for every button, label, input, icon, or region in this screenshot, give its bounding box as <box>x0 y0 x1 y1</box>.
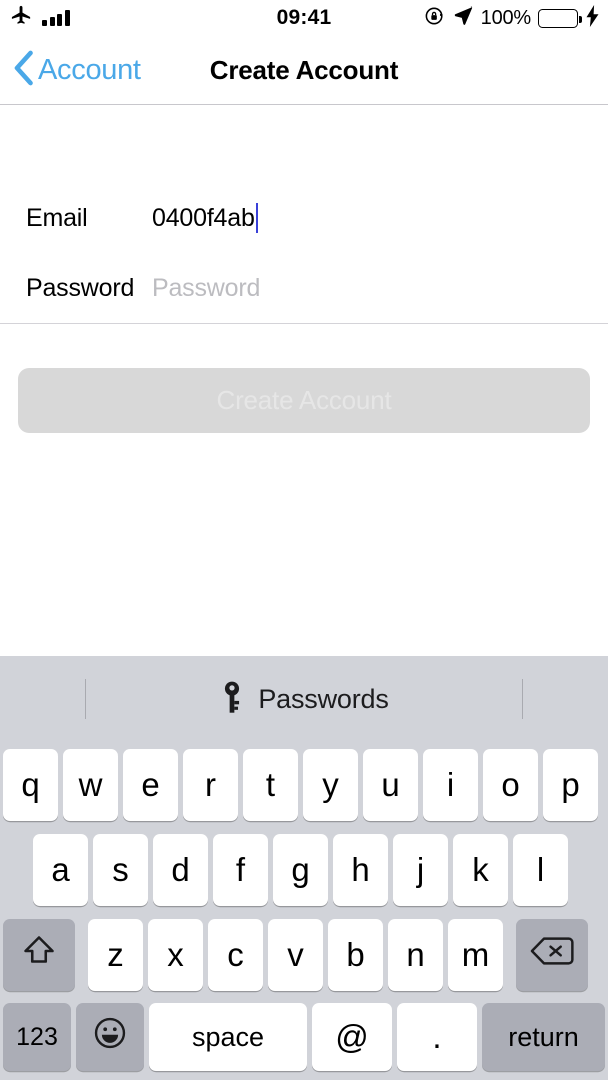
keyboard: Passwords q w e r t y u i o p a s d f g … <box>0 656 608 1080</box>
backspace-icon <box>530 935 574 975</box>
key-b[interactable]: b <box>328 918 383 991</box>
key-g[interactable]: g <box>273 833 328 906</box>
key-o[interactable]: o <box>483 748 538 821</box>
status-bar-right: 100% <box>424 0 600 36</box>
shift-arrow-icon <box>21 933 57 977</box>
form-bottom-separator <box>0 323 608 324</box>
location-arrow-icon <box>453 5 474 31</box>
form-group: Email 0400f4ab Password Password <box>0 183 608 324</box>
keyboard-row-2: a s d f g h j k l <box>0 827 608 912</box>
battery-icon <box>538 8 582 28</box>
key-l[interactable]: l <box>513 833 568 906</box>
backspace-key[interactable] <box>516 918 588 991</box>
key-z[interactable]: z <box>88 918 143 991</box>
text-caret <box>255 203 259 233</box>
email-input-value: 0400f4ab <box>152 203 255 232</box>
lightning-bolt-icon <box>585 4 600 32</box>
key-t[interactable]: t <box>243 748 298 821</box>
email-input[interactable]: 0400f4ab <box>152 203 608 233</box>
shift-key[interactable] <box>3 918 75 991</box>
key-k[interactable]: k <box>453 833 508 906</box>
page-title: Create Account <box>209 55 399 85</box>
key-s[interactable]: s <box>93 833 148 906</box>
key-x[interactable]: x <box>148 918 203 991</box>
key-r[interactable]: r <box>183 748 238 821</box>
status-bar: 09:41 100% <box>0 0 608 36</box>
password-field-row[interactable]: Password Password <box>0 253 608 323</box>
key-p[interactable]: p <box>543 748 598 821</box>
key-u[interactable]: u <box>363 748 418 821</box>
key-c[interactable]: c <box>208 918 263 991</box>
key-d[interactable]: d <box>153 833 208 906</box>
key-h[interactable]: h <box>333 833 388 906</box>
key-f[interactable]: f <box>213 833 268 906</box>
key-i[interactable]: i <box>423 748 478 821</box>
create-account-button[interactable]: Create Account <box>18 368 590 433</box>
key-m[interactable]: m <box>448 918 503 991</box>
password-input[interactable]: Password <box>152 274 608 303</box>
key-v[interactable]: v <box>268 918 323 991</box>
at-key[interactable]: @ <box>312 1003 392 1071</box>
passwords-suggestion-label: Passwords <box>258 683 389 714</box>
key-a[interactable]: a <box>33 833 88 906</box>
key-icon <box>219 680 245 719</box>
period-key[interactable]: . <box>397 1003 477 1071</box>
screen: 09:41 100% Account Create Account Email … <box>0 0 608 1080</box>
suggestion-divider-left <box>85 679 86 719</box>
key-e[interactable]: e <box>123 748 178 821</box>
navigation-bar: Account Create Account <box>0 36 608 105</box>
space-key[interactable]: space <box>149 1003 307 1071</box>
key-n[interactable]: n <box>388 918 443 991</box>
key-w[interactable]: w <box>63 748 118 821</box>
keyboard-suggestion-bar: Passwords <box>0 656 608 742</box>
passwords-suggestion-button[interactable]: Passwords <box>219 680 389 719</box>
key-y[interactable]: y <box>303 748 358 821</box>
battery-percentage: 100% <box>480 6 532 29</box>
numbers-key[interactable]: 123 <box>3 1003 71 1071</box>
rotation-lock-icon <box>424 5 446 32</box>
suggestion-divider-right <box>522 679 523 719</box>
keyboard-row-1: q w e r t y u i o p <box>0 742 608 827</box>
keyboard-row-3: z x c v b n m <box>0 912 608 997</box>
emoji-smiley-icon <box>92 1015 128 1059</box>
keyboard-row-4: 123 space @ . return <box>0 997 608 1077</box>
password-label: Password <box>26 273 135 302</box>
emoji-key[interactable] <box>76 1003 144 1071</box>
return-key[interactable]: return <box>482 1003 605 1071</box>
key-q[interactable]: q <box>3 748 58 821</box>
email-field-row[interactable]: Email 0400f4ab <box>0 183 608 253</box>
email-label: Email <box>26 203 88 232</box>
key-j[interactable]: j <box>393 833 448 906</box>
